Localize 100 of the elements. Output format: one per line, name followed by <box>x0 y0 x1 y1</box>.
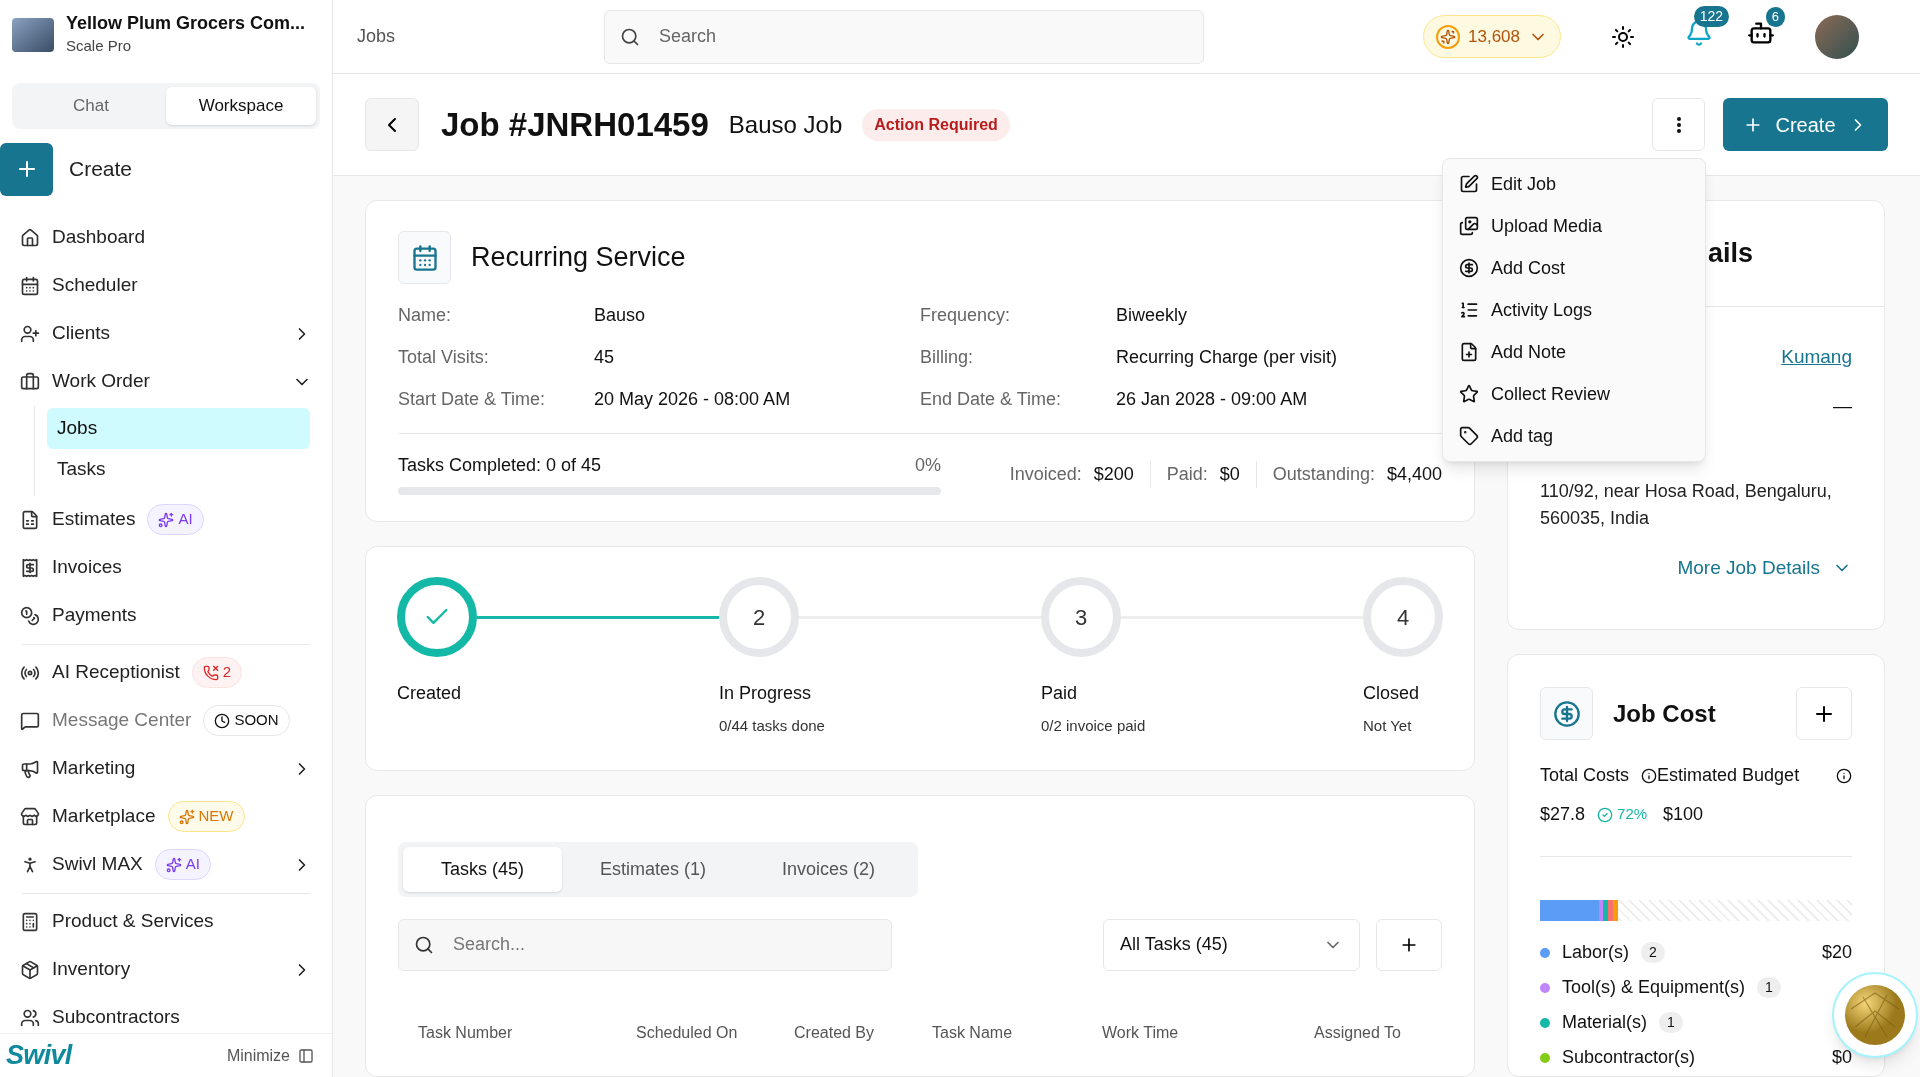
more-details-button[interactable]: More Job Details <box>1677 554 1852 583</box>
legend-amount: $0 <box>1831 1046 1852 1069</box>
task-filter-dropdown[interactable]: All Tasks (45) <box>1103 918 1360 971</box>
legend-label: Subcontractor(s) <box>1562 1046 1696 1069</box>
panel-icon <box>298 1047 314 1064</box>
sidebar-item[interactable]: Invoices <box>12 543 320 592</box>
address-text: 110/92, near Hosa Road, Bengaluru, 560035, India <box>1540 480 1833 530</box>
sidebar-item[interactable]: Scheduler <box>12 261 320 310</box>
list-icon <box>1459 300 1479 320</box>
theme-toggle[interactable] <box>1611 24 1635 49</box>
sidebar-item[interactable]: Payments <box>12 591 320 640</box>
box-icon <box>20 959 40 980</box>
missed-call-icon <box>202 664 219 681</box>
sparkle-icon <box>178 808 195 825</box>
briefcase-icon <box>20 371 40 392</box>
dollar-icon <box>1459 258 1479 278</box>
column-header: Task Name <box>932 1022 1014 1043</box>
menu-item[interactable]: Add Note <box>1443 331 1705 373</box>
coins-icon <box>20 605 40 626</box>
column-header: Created By <box>794 1022 876 1043</box>
sidebar-badge: NEW <box>167 801 245 832</box>
brand-logo: Swivl <box>6 1039 72 1073</box>
sidebar-subitem[interactable]: Tasks <box>47 448 310 490</box>
step-label: Created <box>397 682 463 705</box>
info-icon <box>1641 767 1658 784</box>
message-count: 6 <box>1765 7 1785 27</box>
sidebar-subitem[interactable]: Jobs <box>47 407 310 449</box>
chat-bubble-icon <box>20 710 40 731</box>
total-value: $4,400 <box>1386 463 1442 486</box>
house-icon <box>20 227 40 248</box>
create-label: Create <box>69 156 133 183</box>
mode-tab[interactable]: Workspace <box>166 87 316 125</box>
sidebar-item[interactable]: Marketing <box>12 744 320 793</box>
sidebar-item[interactable]: Estimates AI <box>12 495 320 544</box>
field-label: End Date & Time: <box>920 388 1063 411</box>
minimize-button[interactable]: Minimize <box>226 1043 326 1068</box>
total-label: Outstanding: <box>1272 463 1375 486</box>
sidebar-item[interactable]: Clients <box>12 309 320 358</box>
budget-percent: 72% <box>1597 803 1648 826</box>
sidebar-item[interactable]: Swivl MAX AI <box>12 840 320 889</box>
sidebar-item[interactable]: Product & Services <box>12 897 320 946</box>
sparkle-icon <box>158 511 175 528</box>
info-icon <box>1836 767 1852 784</box>
sidebar-item[interactable]: Work Order <box>12 357 320 406</box>
job-title: Job #JNRH01459 <box>441 104 709 145</box>
mode-tab[interactable]: Chat <box>16 87 166 125</box>
calculator-icon <box>20 911 40 932</box>
empty-value: — <box>1833 393 1852 418</box>
sun-icon <box>1611 24 1635 49</box>
menu-item[interactable]: Add Cost <box>1443 247 1705 289</box>
tasks-percent: 0% <box>915 454 941 477</box>
tab[interactable]: Estimates (1) <box>562 846 745 892</box>
org-logo-icon <box>12 17 54 52</box>
column-header: Task Number <box>418 1022 514 1043</box>
column-header: Assigned To <box>1314 1022 1402 1043</box>
field-value: 20 May 2026 - 08:00 AM <box>594 388 791 411</box>
sidebar-item[interactable]: AI Receptionist 2 <box>12 648 320 697</box>
field-label: Billing: <box>920 346 975 369</box>
menu-item[interactable]: Add tag <box>1443 415 1705 457</box>
sidebar-item[interactable]: Marketplace NEW <box>12 792 320 841</box>
budget-value: $100 <box>1663 803 1704 826</box>
tasks-completed: Tasks Completed: 0 of 45 <box>398 454 602 477</box>
orb-icon <box>1843 983 1907 1047</box>
tab[interactable]: Invoices (2) <box>744 846 914 892</box>
clock-icon <box>214 712 231 729</box>
add-cost-button[interactable] <box>1796 687 1852 740</box>
tab[interactable]: Tasks (45) <box>403 846 563 892</box>
create-icon-button[interactable] <box>0 142 53 196</box>
org-name: Yellow Plum Grocers Com... <box>66 12 306 35</box>
step-label: Closed <box>1363 682 1421 705</box>
global-search-field[interactable]: Search <box>604 9 1204 64</box>
menu-item[interactable]: Activity Logs <box>1443 289 1705 331</box>
total-costs-value: $27.8 <box>1540 803 1586 826</box>
total-label: Invoiced: <box>1009 463 1082 486</box>
credits-button[interactable]: 13,608 <box>1423 15 1561 58</box>
job-name: Bauso Job <box>728 109 843 140</box>
create-button[interactable]: Create <box>1723 98 1888 151</box>
menu-item[interactable]: Upload Media <box>1443 205 1705 247</box>
budget-label: Estimated Budget <box>1657 764 1800 787</box>
user-plus-icon <box>20 323 40 344</box>
bell-icon <box>1685 19 1713 47</box>
legend-label: Material(s) <box>1562 1011 1647 1034</box>
step-note: Not Yet <box>1363 716 1413 736</box>
sidebar-badge: AI <box>147 504 204 535</box>
step-note: 0/44 tasks done <box>719 716 826 736</box>
sidebar-item[interactable]: Inventory <box>12 945 320 994</box>
field-value: Recurring Charge (per visit) <box>1116 346 1338 369</box>
user-avatar[interactable] <box>1815 14 1859 59</box>
sidebar-badge: 2 <box>191 657 243 688</box>
sidebar-item[interactable]: Subcontractors <box>12 993 320 1033</box>
sidebar-item[interactable]: Dashboard <box>12 213 320 262</box>
file-plus-icon <box>1459 342 1479 362</box>
menu-item[interactable]: Collect Review <box>1443 373 1705 415</box>
client-link[interactable]: Kumang <box>1781 343 1852 372</box>
task-search-field[interactable]: Search... <box>398 918 892 971</box>
menu-item[interactable]: Edit Job <box>1443 163 1705 205</box>
notifications-button[interactable] <box>1685 19 1713 47</box>
card-title: Recurring Service <box>471 241 686 275</box>
calendar-icon <box>20 275 40 296</box>
sidebar-badge: SOON <box>203 705 290 736</box>
